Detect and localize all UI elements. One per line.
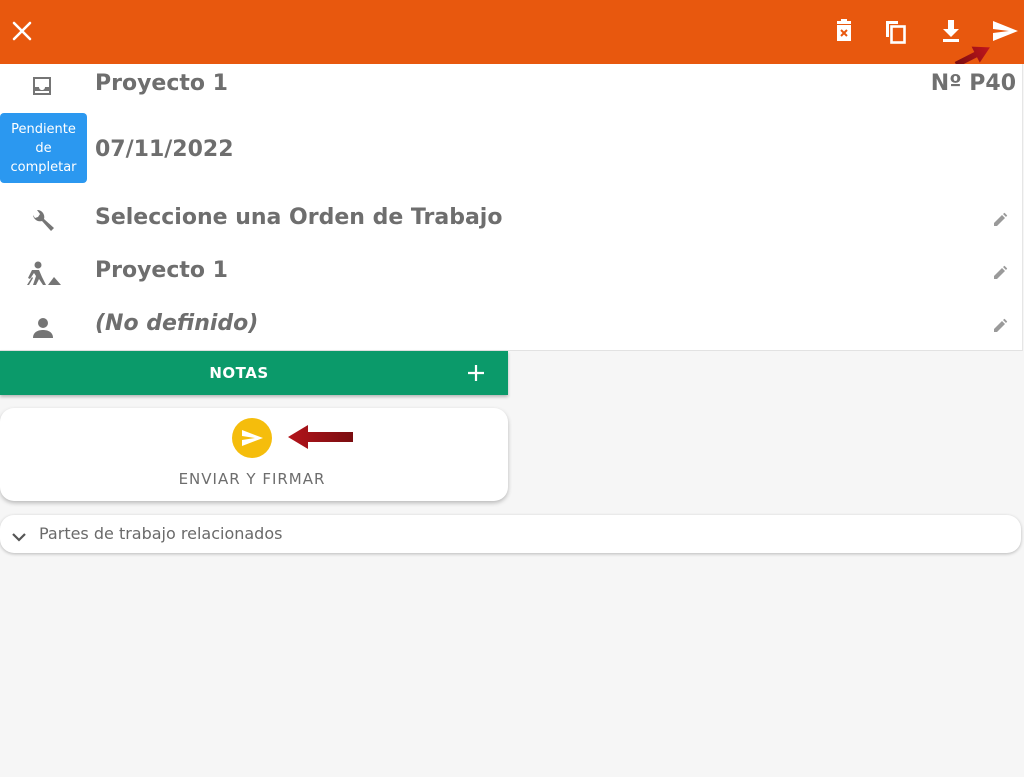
send-sign-icon[interactable] (232, 418, 272, 458)
copy-icon[interactable] (878, 14, 912, 48)
add-note-icon[interactable] (466, 363, 486, 383)
top-app-bar (0, 0, 1024, 64)
wrench-icon (28, 206, 58, 236)
assignee-field[interactable]: (No definido) (95, 311, 258, 336)
status-line-3: completar (10, 159, 77, 175)
project-title: Proyecto 1 (95, 71, 228, 96)
document-number: Nº P40 (930, 71, 1016, 96)
status-line-2: de (35, 140, 52, 156)
work-order-field[interactable]: Seleccione una Orden de Trabajo (95, 205, 502, 230)
inbox-icon (28, 72, 56, 100)
status-line-1: Pendiente (11, 121, 76, 137)
annotation-arrow-icon (288, 425, 353, 449)
related-work-parts-label: Partes de trabajo relacionados (39, 524, 283, 543)
edit-assignee-icon[interactable] (990, 316, 1010, 336)
status-badge: Pendiente de completar (0, 113, 87, 183)
notas-label: NOTAS (209, 364, 269, 382)
related-work-parts-accordion[interactable]: Partes de trabajo relacionados (0, 515, 1021, 553)
send-and-sign-button[interactable]: ENVIAR Y FIRMAR (0, 408, 508, 501)
document-details-panel: Proyecto 1 Nº P40 Pendiente de completar… (0, 64, 1023, 351)
document-date: 07/11/2022 (95, 137, 234, 162)
delete-icon[interactable] (827, 14, 861, 48)
send-and-sign-label: ENVIAR Y FIRMAR (178, 470, 326, 488)
edit-work-order-icon[interactable] (990, 210, 1010, 230)
project-field[interactable]: Proyecto 1 (95, 258, 228, 283)
construction-worker-icon (24, 260, 62, 288)
notas-bar[interactable]: NOTAS (0, 351, 508, 395)
edit-project-icon[interactable] (990, 263, 1010, 283)
chevron-down-icon (12, 533, 26, 542)
person-icon (29, 314, 57, 342)
close-icon[interactable] (5, 14, 39, 48)
